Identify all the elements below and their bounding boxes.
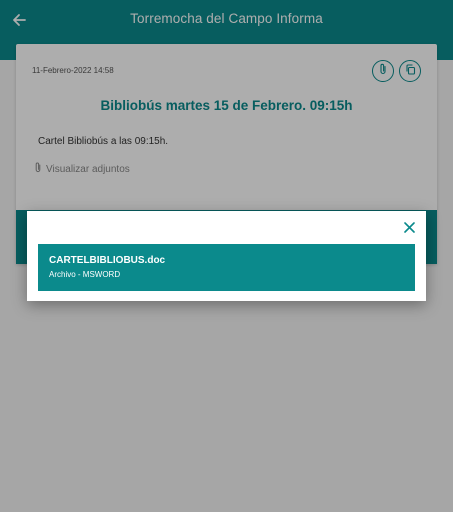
attachments-dialog: CARTELBIBLIOBUS.doc Archivo - MSWORD — [27, 211, 426, 301]
attachment-file-name: CARTELBIBLIOBUS.doc — [49, 255, 166, 266]
attachment-file-type: Archivo - MSWORD — [49, 270, 121, 279]
attachment-file-item[interactable]: CARTELBIBLIOBUS.doc Archivo - MSWORD — [38, 244, 415, 291]
close-icon[interactable] — [402, 220, 416, 234]
